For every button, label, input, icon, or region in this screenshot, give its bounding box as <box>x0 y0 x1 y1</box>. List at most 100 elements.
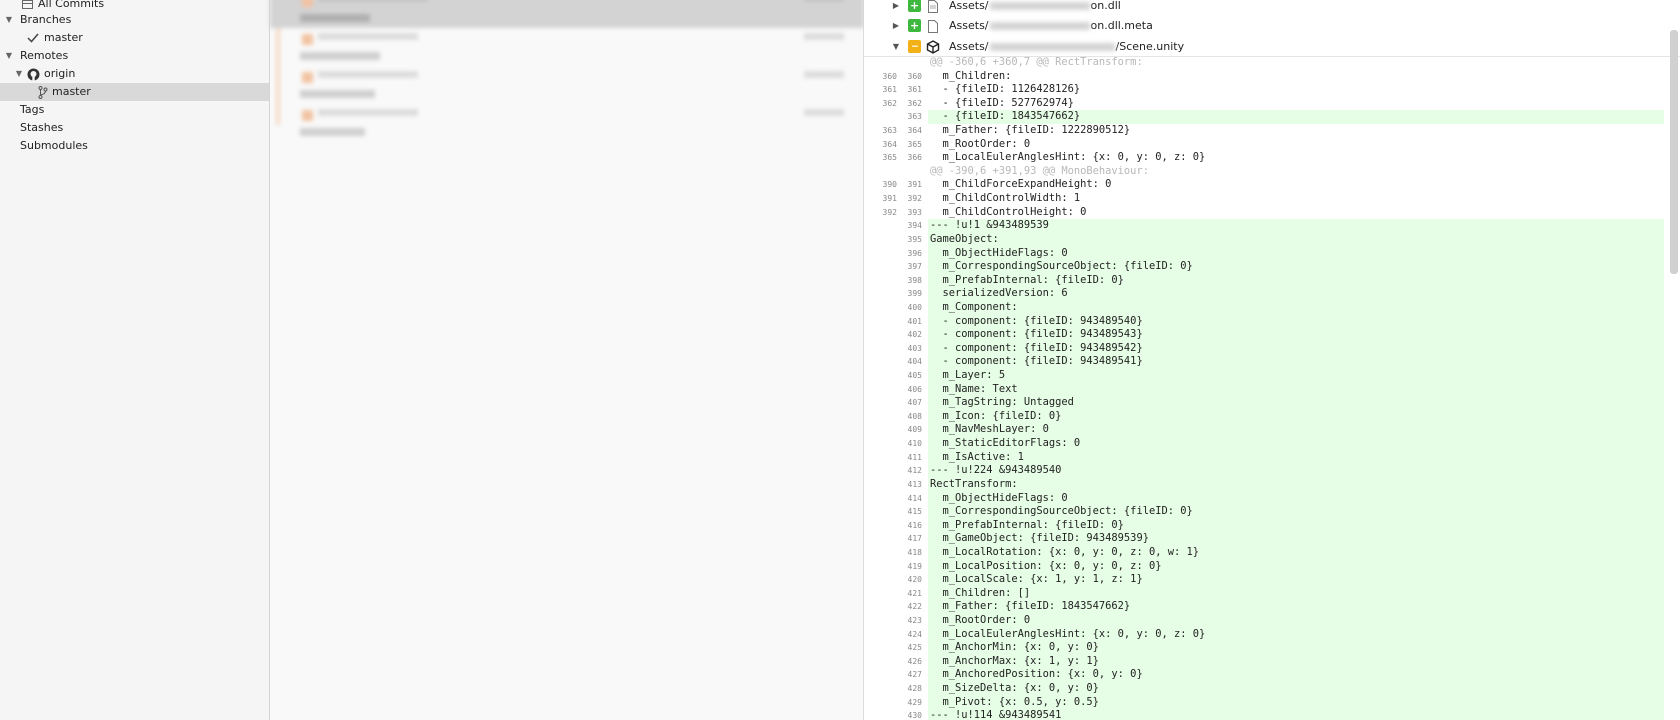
diff-line-code: serializedVersion: 6 <box>928 287 1664 301</box>
new-line-number: 425 <box>907 643 922 653</box>
diff-line-code: m_Name: Text <box>928 382 1664 397</box>
diff-line-code: --- !u!224 &943489540 <box>928 464 1664 478</box>
checkmark-icon <box>26 29 40 47</box>
commit-row[interactable] <box>270 66 864 104</box>
commit-author <box>318 109 418 116</box>
diff-line: 364 365 m_RootOrder: 0 <box>864 138 1664 152</box>
diff-line-added: 426 m_AnchorMax: {x: 1, y: 1} <box>864 654 1664 669</box>
collapse-triangle-icon[interactable]: ▼ <box>3 11 15 29</box>
sidebar-section-tags[interactable]: Tags <box>0 101 269 119</box>
commit-row[interactable] <box>270 28 864 66</box>
diff-line-added: 409 m_NavMeshLayer: 0 <box>864 423 1664 438</box>
diff-line-added: 419 m_LocalPosition: {x: 0, y: 0, z: 0} <box>864 559 1664 574</box>
file-path: Assets/ /Scene.unity <box>949 37 1184 57</box>
sidebar-item-branch-master[interactable]: master <box>0 29 269 47</box>
diff-line: 365 366 m_LocalEulerAnglesHint: {x: 0, y:… <box>864 151 1664 165</box>
old-line-number: 360 <box>882 71 897 81</box>
new-line-number: 391 <box>907 180 922 190</box>
new-line-number: 423 <box>907 615 922 625</box>
diff-line-code: m_AnchorMax: {x: 1, y: 1} <box>928 654 1664 669</box>
new-line-number: 406 <box>907 384 922 394</box>
commit-row[interactable] <box>270 0 864 28</box>
new-line-number: 421 <box>907 588 922 598</box>
sidebar-section-branches[interactable]: ▼ Branches <box>0 11 269 29</box>
diff-line-added: 416 m_PrefabInternal: {fileID: 0} <box>864 518 1664 533</box>
commit-date <box>804 33 844 40</box>
expand-triangle-icon[interactable]: ▶ <box>891 16 901 36</box>
diff-line-added: 430 --- !u!114 &943489541 <box>864 709 1664 720</box>
section-label: Remotes <box>20 49 69 62</box>
new-line-number: 364 <box>907 126 922 136</box>
file-path: Assets/on.dll <box>949 0 1121 16</box>
collapse-triangle-icon[interactable]: ▼ <box>3 47 15 65</box>
diff-line: 390 391 m_ChildForceExpandHeight: 0 <box>864 178 1664 192</box>
new-line-number: 366 <box>907 153 922 163</box>
changed-file-row[interactable]: ▶ + Assets/on.dll.meta <box>864 16 1680 36</box>
expand-triangle-icon[interactable]: ▶ <box>891 0 901 16</box>
new-line-number: 409 <box>907 425 922 435</box>
new-line-number: 402 <box>907 330 922 340</box>
diff-line-code: m_NavMeshLayer: 0 <box>928 423 1664 438</box>
diff-line-code: m_LocalEulerAnglesHint: {x: 0, y: 0, z: … <box>930 151 1206 164</box>
commit-message <box>300 90 375 98</box>
new-line-number: 424 <box>907 629 922 639</box>
old-line-number: 363 <box>882 126 897 136</box>
diff-line-code: --- !u!114 &943489541 <box>928 709 1664 720</box>
changed-file-row[interactable]: ▼ ··· Assets/ /Scene.unity <box>864 37 1680 57</box>
new-line-number: 418 <box>907 547 922 557</box>
diff-line-code: @@ -360,6 +360,7 @@ RectTransform: <box>930 56 1143 68</box>
diff-line-added: 413 RectTransform: <box>864 477 1664 492</box>
diff-line-added: 417 m_GameObject: {fileID: 943489539} <box>864 532 1664 546</box>
commit-message <box>300 14 370 22</box>
diff-line: 391 392 m_ChildControlWidth: 1 <box>864 192 1664 206</box>
diff-content: @@ -360,6 +360,7 @@ RectTransform: 360 360… <box>864 56 1664 720</box>
diff-line-code: m_GameObject: {fileID: 943489539} <box>928 532 1664 546</box>
diff-line-added: 424 m_LocalEulerAnglesHint: {x: 0, y: 0,… <box>864 627 1664 642</box>
diff-line-added: 403 - component: {fileID: 943489542} <box>864 341 1664 356</box>
diff-line-added: 363 - {fileID: 1843547662} <box>864 110 1664 125</box>
new-line-number: 405 <box>907 371 922 381</box>
new-line-number: 428 <box>907 684 922 694</box>
redacted-path <box>989 2 1090 10</box>
diff-line-code: - component: {fileID: 943489541} <box>928 355 1664 370</box>
commit-graph-node <box>302 0 313 7</box>
diff-line: 360 360 m_Children: <box>864 70 1664 84</box>
commit-message <box>300 52 380 60</box>
new-line-number: 404 <box>907 357 922 367</box>
diff-line: 362 362 - {fileID: 527762974} <box>864 97 1664 111</box>
new-line-number: 410 <box>907 439 922 449</box>
diff-line-code: m_Children: <box>930 69 1012 82</box>
sidebar-item-origin[interactable]: ▼ origin <box>0 65 269 83</box>
github-icon <box>26 65 40 83</box>
file-path-suffix: on.dll <box>1090 0 1121 12</box>
new-line-number: 412 <box>907 466 922 476</box>
diff-line-added: 422 m_Father: {fileID: 1843547662} <box>864 600 1664 614</box>
sidebar-section-submodules[interactable]: Submodules <box>0 137 269 155</box>
diff-line-code: m_ObjectHideFlags: 0 <box>928 491 1664 506</box>
new-line-number: 362 <box>907 98 922 108</box>
collapse-triangle-icon[interactable]: ▼ <box>13 65 25 83</box>
diff-line-code: m_ChildForceExpandHeight: 0 <box>930 178 1112 191</box>
changed-file-row[interactable]: ▶ + Assets/on.dll <box>864 0 1680 16</box>
collapse-triangle-icon[interactable]: ▼ <box>891 37 901 57</box>
old-line-number: 362 <box>882 98 897 108</box>
sidebar-item-origin-master[interactable]: master <box>0 83 269 101</box>
diff-line-code: - {fileID: 527762974} <box>930 96 1074 109</box>
diff-panel: ▶ + Assets/on.dll ▶ + Assets/on.dll.meta… <box>864 0 1680 720</box>
new-line-number: 415 <box>907 507 922 517</box>
commit-message <box>300 128 365 136</box>
diff-line-code: m_PrefabInternal: {fileID: 0} <box>928 518 1664 533</box>
diff-hunk-header: @@ -360,6 +360,7 @@ RectTransform: <box>864 56 1664 70</box>
vertical-scrollbar[interactable] <box>1670 30 1678 274</box>
commit-row[interactable] <box>270 104 864 142</box>
new-line-number: 396 <box>907 248 922 258</box>
commit-author <box>318 33 418 40</box>
new-line-number: 401 <box>907 316 922 326</box>
diff-line-code: m_Children: [] <box>928 586 1664 601</box>
sidebar-section-remotes[interactable]: ▼ Remotes <box>0 47 269 65</box>
sidebar-section-stashes[interactable]: Stashes <box>0 119 269 137</box>
diff-line-added: 406 m_Name: Text <box>864 382 1664 397</box>
diff-line-added: 396 m_ObjectHideFlags: 0 <box>864 246 1664 261</box>
diff-line-code: GameObject: <box>928 232 1664 247</box>
diff-line-code: m_CorrespondingSourceObject: {fileID: 0} <box>928 505 1664 519</box>
